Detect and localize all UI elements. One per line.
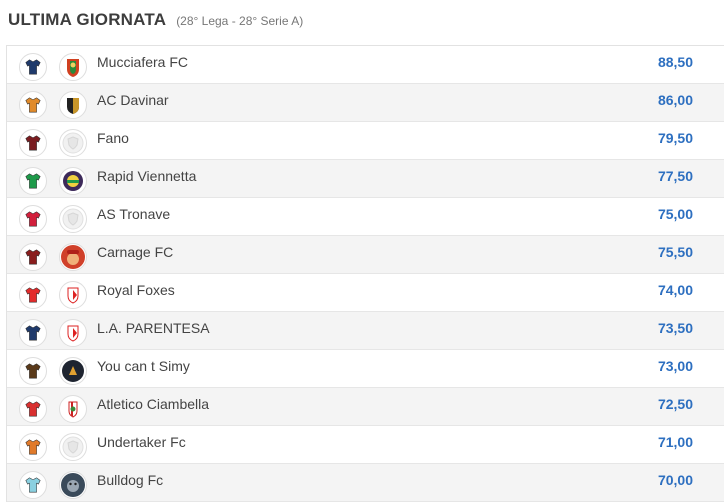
team-name[interactable]: Undertaker Fc — [97, 434, 186, 450]
team-score: 79,50 — [657, 130, 693, 146]
team-shirt-icon — [19, 281, 47, 309]
team-name[interactable]: AS Tronave — [97, 206, 170, 222]
team-name[interactable]: Carnage FC — [97, 244, 173, 260]
team-shirt-icon — [19, 167, 47, 195]
team-score: 75,00 — [657, 206, 693, 222]
red-white-shield-icon — [59, 281, 87, 309]
team-name[interactable]: AC Davinar — [97, 92, 169, 108]
team-shirt-icon — [19, 395, 47, 423]
team-row[interactable]: L.A. PARENTESA 73,50 — [7, 312, 724, 350]
team-name[interactable]: Mucciafera FC — [97, 54, 188, 70]
team-score: 75,50 — [657, 244, 693, 260]
team-shirt-icon — [19, 91, 47, 119]
team-score: 72,50 — [657, 396, 693, 412]
team-name[interactable]: You can t Simy — [97, 358, 190, 374]
page-title: ULTIMA GIORNATA — [8, 10, 167, 29]
team-score: 86,00 — [657, 92, 693, 108]
team-score: 70,00 — [657, 472, 693, 488]
bulldog-logo-icon — [59, 471, 87, 499]
team-score: 71,00 — [657, 434, 693, 450]
dark-round-logo-icon — [59, 357, 87, 385]
section-header: ULTIMA GIORNATA (28° Lega - 28° Serie A) — [0, 0, 724, 40]
team-shirt-icon — [19, 53, 47, 81]
team-name[interactable]: Royal Foxes — [97, 282, 175, 298]
team-shirt-icon — [19, 205, 47, 233]
green-crest-icon — [59, 167, 87, 195]
red-white-shield-icon — [59, 319, 87, 347]
team-row[interactable]: Mucciafera FC 88,50 — [7, 46, 724, 84]
team-score-list: Mucciafera FC 88,50 AC Davinar 86,00 Fano 79,… — [6, 45, 724, 502]
team-shirt-icon — [19, 433, 47, 461]
team-row[interactable]: You can t Simy 73,00 — [7, 350, 724, 388]
horse-logo-icon — [59, 53, 87, 81]
team-row[interactable]: AS Tronave 75,00 — [7, 198, 724, 236]
team-shirt-icon — [19, 471, 47, 499]
team-row[interactable]: Royal Foxes 74,00 — [7, 274, 724, 312]
team-score: 74,00 — [657, 282, 693, 298]
team-score: 77,50 — [657, 168, 693, 184]
mario-logo-icon — [59, 243, 87, 271]
team-row[interactable]: Bulldog Fc 70,00 — [7, 464, 724, 502]
team-name[interactable]: Atletico Ciambella — [97, 396, 209, 412]
default-shield-icon — [59, 433, 87, 461]
team-row[interactable]: Fano 79,50 — [7, 122, 724, 160]
team-shirt-icon — [19, 319, 47, 347]
team-score: 73,50 — [657, 320, 693, 336]
league-subtitle: (28° Lega - 28° Serie A) — [176, 14, 304, 28]
striped-shield-icon — [59, 395, 87, 423]
team-row[interactable]: Atletico Ciambella 72,50 — [7, 388, 724, 426]
team-score: 73,00 — [657, 358, 693, 374]
team-row[interactable]: AC Davinar 86,00 — [7, 84, 724, 122]
black-gold-shield-icon — [59, 91, 87, 119]
team-row[interactable]: Undertaker Fc 71,00 — [7, 426, 724, 464]
team-row[interactable]: Rapid Viennetta 77,50 — [7, 160, 724, 198]
team-shirt-icon — [19, 357, 47, 385]
default-shield-icon — [59, 129, 87, 157]
team-name[interactable]: Rapid Viennetta — [97, 168, 196, 184]
default-shield-icon — [59, 205, 87, 233]
team-score: 88,50 — [657, 54, 693, 70]
team-row[interactable]: Carnage FC 75,50 — [7, 236, 724, 274]
team-shirt-icon — [19, 243, 47, 271]
team-name[interactable]: Bulldog Fc — [97, 472, 163, 488]
team-shirt-icon — [19, 129, 47, 157]
team-name[interactable]: Fano — [97, 130, 129, 146]
team-name[interactable]: L.A. PARENTESA — [97, 320, 210, 336]
